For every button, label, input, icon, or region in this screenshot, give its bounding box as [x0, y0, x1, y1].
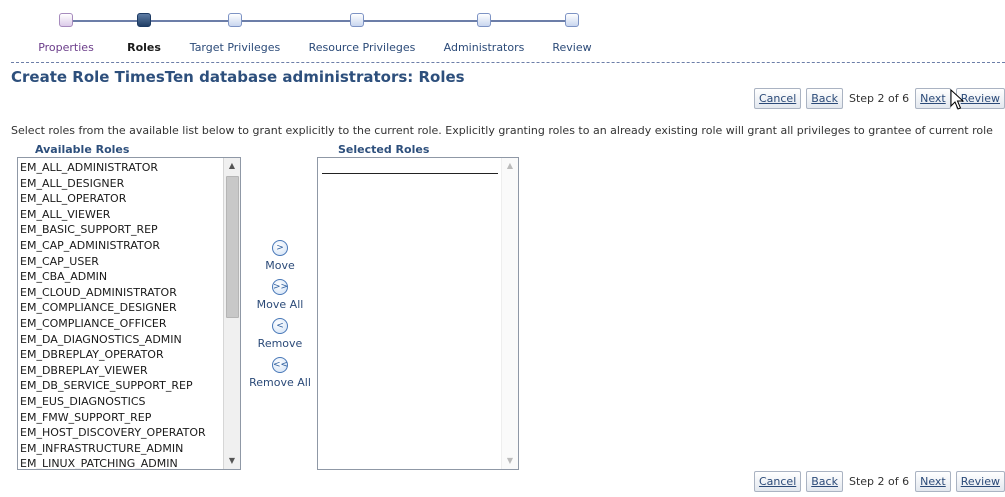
top-navigation: Cancel Back Step 2 of 6 Next Review	[753, 88, 1005, 109]
available-role-option[interactable]: EM_DBREPLAY_VIEWER	[20, 363, 222, 379]
selected-roles-list[interactable]: ▲ ▼	[317, 157, 519, 470]
move-label: Move	[265, 259, 295, 272]
step-indicator-bottom: Step 2 of 6	[848, 475, 910, 488]
next-label: Next	[920, 475, 946, 488]
move-button[interactable]: > Move	[240, 240, 320, 272]
back-button-top[interactable]: Back	[806, 88, 843, 109]
scroll-up-arrow-icon[interactable]: ▲	[502, 158, 518, 174]
available-role-option[interactable]: EM_ALL_VIEWER	[20, 207, 222, 223]
remove-all-button[interactable]: << Remove All	[240, 357, 320, 389]
available-role-option[interactable]: EM_COMPLIANCE_DESIGNER	[20, 300, 222, 316]
remove-icon: <	[272, 318, 288, 334]
train-node-review[interactable]	[565, 13, 579, 27]
scroll-down-arrow-icon[interactable]: ▼	[502, 453, 518, 469]
available-role-option[interactable]: EM_LINUX_PATCHING_ADMIN	[20, 456, 222, 469]
back-label: Back	[811, 92, 838, 105]
next-button-top[interactable]: Next	[915, 88, 951, 109]
cancel-label: Cancel	[758, 92, 797, 105]
scroll-up-arrow-icon[interactable]: ▲	[224, 158, 240, 174]
train-step-properties[interactable]: Properties	[38, 41, 94, 54]
available-role-option[interactable]: EM_HOST_DISCOVERY_OPERATOR	[20, 425, 222, 441]
train-step-review[interactable]: Review	[552, 41, 591, 54]
bottom-navigation: Cancel Back Step 2 of 6 Next Review	[753, 471, 1005, 492]
train-step-roles: Roles	[127, 41, 161, 54]
selected-roles-header: Selected Roles	[338, 143, 430, 156]
available-roles-items: EM_ALL_ADMINISTRATOR EM_ALL_DESIGNER EM_AL…	[20, 160, 222, 469]
available-roles-header: Available Roles	[35, 143, 130, 156]
review-button-bottom[interactable]: Review	[955, 471, 1005, 492]
review-label: Review	[960, 92, 1000, 105]
available-role-option[interactable]: EM_ALL_ADMINISTRATOR	[20, 160, 222, 176]
available-role-option[interactable]: EM_CAP_USER	[20, 254, 222, 270]
available-roles-list[interactable]: EM_ALL_ADMINISTRATOR EM_ALL_DESIGNER EM_AL…	[17, 157, 241, 470]
train-node-target-privileges[interactable]	[228, 13, 242, 27]
move-all-icon: >>	[272, 279, 288, 295]
train-node-administrators[interactable]	[477, 13, 491, 27]
review-label: Review	[960, 475, 1000, 488]
step-indicator-top: Step 2 of 6	[848, 92, 910, 105]
cancel-button-top[interactable]: Cancel	[753, 88, 802, 109]
train-node-resource-privileges[interactable]	[350, 13, 364, 27]
remove-label: Remove	[257, 337, 303, 350]
remove-all-label: Remove All	[249, 376, 311, 389]
instructions-text: Select roles from the available list bel…	[11, 124, 993, 137]
available-role-option[interactable]: EM_DB_SERVICE_SUPPORT_REP	[20, 378, 222, 394]
process-train: Properties Roles Target Privileges Resou…	[0, 0, 1005, 60]
move-icon: >	[272, 240, 288, 256]
available-role-option[interactable]: EM_INFRASTRUCTURE_ADMIN	[20, 441, 222, 457]
available-roles-scrollbar[interactable]: ▲ ▼	[223, 158, 240, 469]
scrollbar-thumb[interactable]	[226, 176, 239, 318]
train-step-administrators[interactable]: Administrators	[444, 41, 525, 54]
train-node-properties[interactable]	[59, 13, 73, 27]
move-all-button[interactable]: >> Move All	[240, 279, 320, 311]
available-role-option[interactable]: EM_DBREPLAY_OPERATOR	[20, 347, 222, 363]
train-node-roles	[137, 13, 151, 27]
available-role-option[interactable]: EM_COMPLIANCE_OFFICER	[20, 316, 222, 332]
available-role-option[interactable]: EM_DA_DIAGNOSTICS_ADMIN	[20, 332, 222, 348]
available-role-option[interactable]: EM_ALL_OPERATOR	[20, 191, 222, 207]
available-role-option[interactable]: EM_FMW_SUPPORT_REP	[20, 410, 222, 426]
back-button-bottom[interactable]: Back	[806, 471, 843, 492]
available-role-option[interactable]: EM_EUS_DIAGNOSTICS	[20, 394, 222, 410]
cancel-label: Cancel	[758, 475, 797, 488]
selected-roles-empty-row	[322, 173, 498, 174]
mouse-pointer-icon	[950, 89, 965, 110]
available-role-option[interactable]: EM_ALL_DESIGNER	[20, 176, 222, 192]
available-role-option[interactable]: EM_CLOUD_ADMINISTRATOR	[20, 285, 222, 301]
back-label: Back	[811, 475, 838, 488]
available-role-option[interactable]: EM_BASIC_SUPPORT_REP	[20, 222, 222, 238]
train-step-resource-privileges[interactable]: Resource Privileges	[309, 41, 416, 54]
remove-all-icon: <<	[272, 357, 288, 373]
scroll-down-arrow-icon[interactable]: ▼	[224, 453, 240, 469]
train-step-target-privileges[interactable]: Target Privileges	[190, 41, 280, 54]
move-all-label: Move All	[256, 298, 304, 311]
next-label: Next	[920, 92, 946, 105]
page-title: Create Role TimesTen database administra…	[11, 68, 465, 86]
available-role-option[interactable]: EM_CAP_ADMINISTRATOR	[20, 238, 222, 254]
title-divider	[11, 62, 1005, 63]
remove-button[interactable]: < Remove	[240, 318, 320, 350]
cancel-button-bottom[interactable]: Cancel	[753, 471, 802, 492]
next-button-bottom[interactable]: Next	[915, 471, 951, 492]
available-role-option[interactable]: EM_CBA_ADMIN	[20, 269, 222, 285]
selected-roles-scrollbar[interactable]: ▲ ▼	[501, 158, 518, 469]
